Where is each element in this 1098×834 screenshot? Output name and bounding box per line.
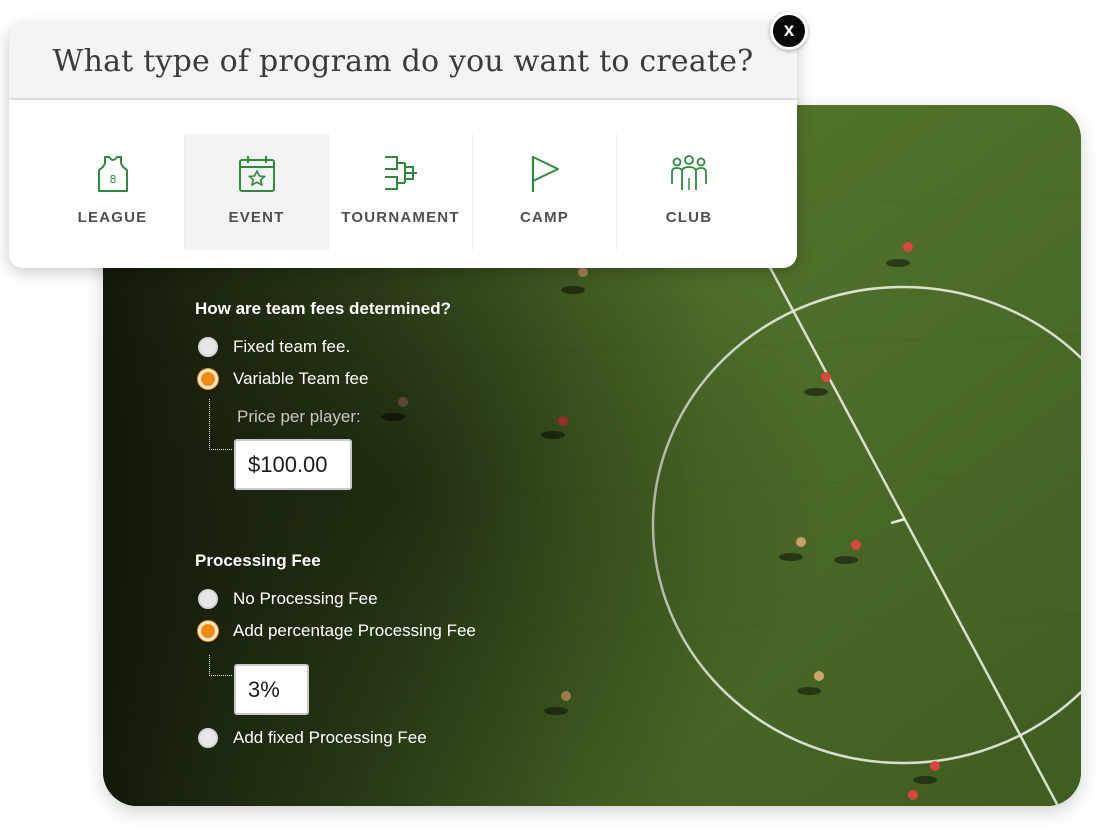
flag-icon bbox=[531, 156, 559, 192]
close-button[interactable]: x bbox=[770, 12, 808, 50]
option-label: Add percentage Processing Fee bbox=[233, 621, 476, 640]
radio-option-fixed-processing-fee[interactable]: Add fixed Processing Fee bbox=[198, 725, 427, 751]
program-type-camp[interactable]: CAMP bbox=[473, 134, 617, 250]
processing-fee-title: Processing Fee bbox=[195, 551, 321, 570]
program-type-label: TOURNAMENT bbox=[341, 209, 460, 226]
program-type-label: LEAGUE bbox=[77, 209, 148, 226]
radio-button-selected[interactable] bbox=[198, 369, 218, 389]
program-type-league[interactable]: 8 LEAGUE bbox=[41, 134, 185, 250]
svg-text:8: 8 bbox=[109, 173, 116, 186]
radio-button[interactable] bbox=[198, 337, 218, 357]
indent-connector bbox=[209, 655, 232, 676]
jersey-icon: 8 bbox=[97, 156, 128, 192]
percentage-fee-input[interactable]: 3% bbox=[234, 664, 309, 715]
option-label: Fixed team fee. bbox=[233, 337, 351, 356]
group-icon bbox=[671, 155, 707, 190]
program-type-modal: What type of program do you want to crea… bbox=[9, 24, 797, 268]
program-type-label: EVENT bbox=[228, 209, 285, 226]
radio-option-no-processing-fee[interactable]: No Processing Fee bbox=[198, 586, 378, 612]
radio-option-percentage-processing-fee[interactable]: Add percentage Processing Fee bbox=[198, 618, 476, 644]
radio-button[interactable] bbox=[198, 589, 218, 609]
program-type-club[interactable]: CLUB bbox=[617, 134, 761, 250]
bracket-icon bbox=[384, 156, 417, 190]
team-fees-question: How are team fees determined? bbox=[195, 299, 452, 318]
radio-button[interactable] bbox=[198, 728, 218, 748]
option-label: No Processing Fee bbox=[233, 589, 378, 608]
radio-option-fixed-team-fee[interactable]: Fixed team fee. bbox=[198, 334, 350, 360]
program-type-list: 8 LEAGUE EVENT TOURNAMENT CAMP CLUB bbox=[41, 134, 761, 250]
modal-header: What type of program do you want to crea… bbox=[9, 24, 797, 100]
program-type-tournament[interactable]: TOURNAMENT bbox=[329, 134, 473, 250]
radio-option-variable-team-fee[interactable]: Variable Team fee bbox=[198, 366, 368, 392]
calendar-star-icon bbox=[238, 156, 275, 192]
program-type-label: CLUB bbox=[665, 209, 713, 226]
option-label: Add fixed Processing Fee bbox=[233, 728, 427, 747]
price-per-player-input[interactable]: $100.00 bbox=[234, 439, 352, 490]
modal-title: What type of program do you want to crea… bbox=[52, 43, 754, 79]
indent-connector bbox=[209, 399, 232, 450]
program-type-label: CAMP bbox=[520, 209, 569, 226]
price-per-player-label: Price per player: bbox=[237, 407, 361, 426]
radio-button-selected[interactable] bbox=[198, 621, 218, 641]
program-type-event[interactable]: EVENT bbox=[185, 134, 329, 250]
option-label: Variable Team fee bbox=[233, 369, 369, 388]
